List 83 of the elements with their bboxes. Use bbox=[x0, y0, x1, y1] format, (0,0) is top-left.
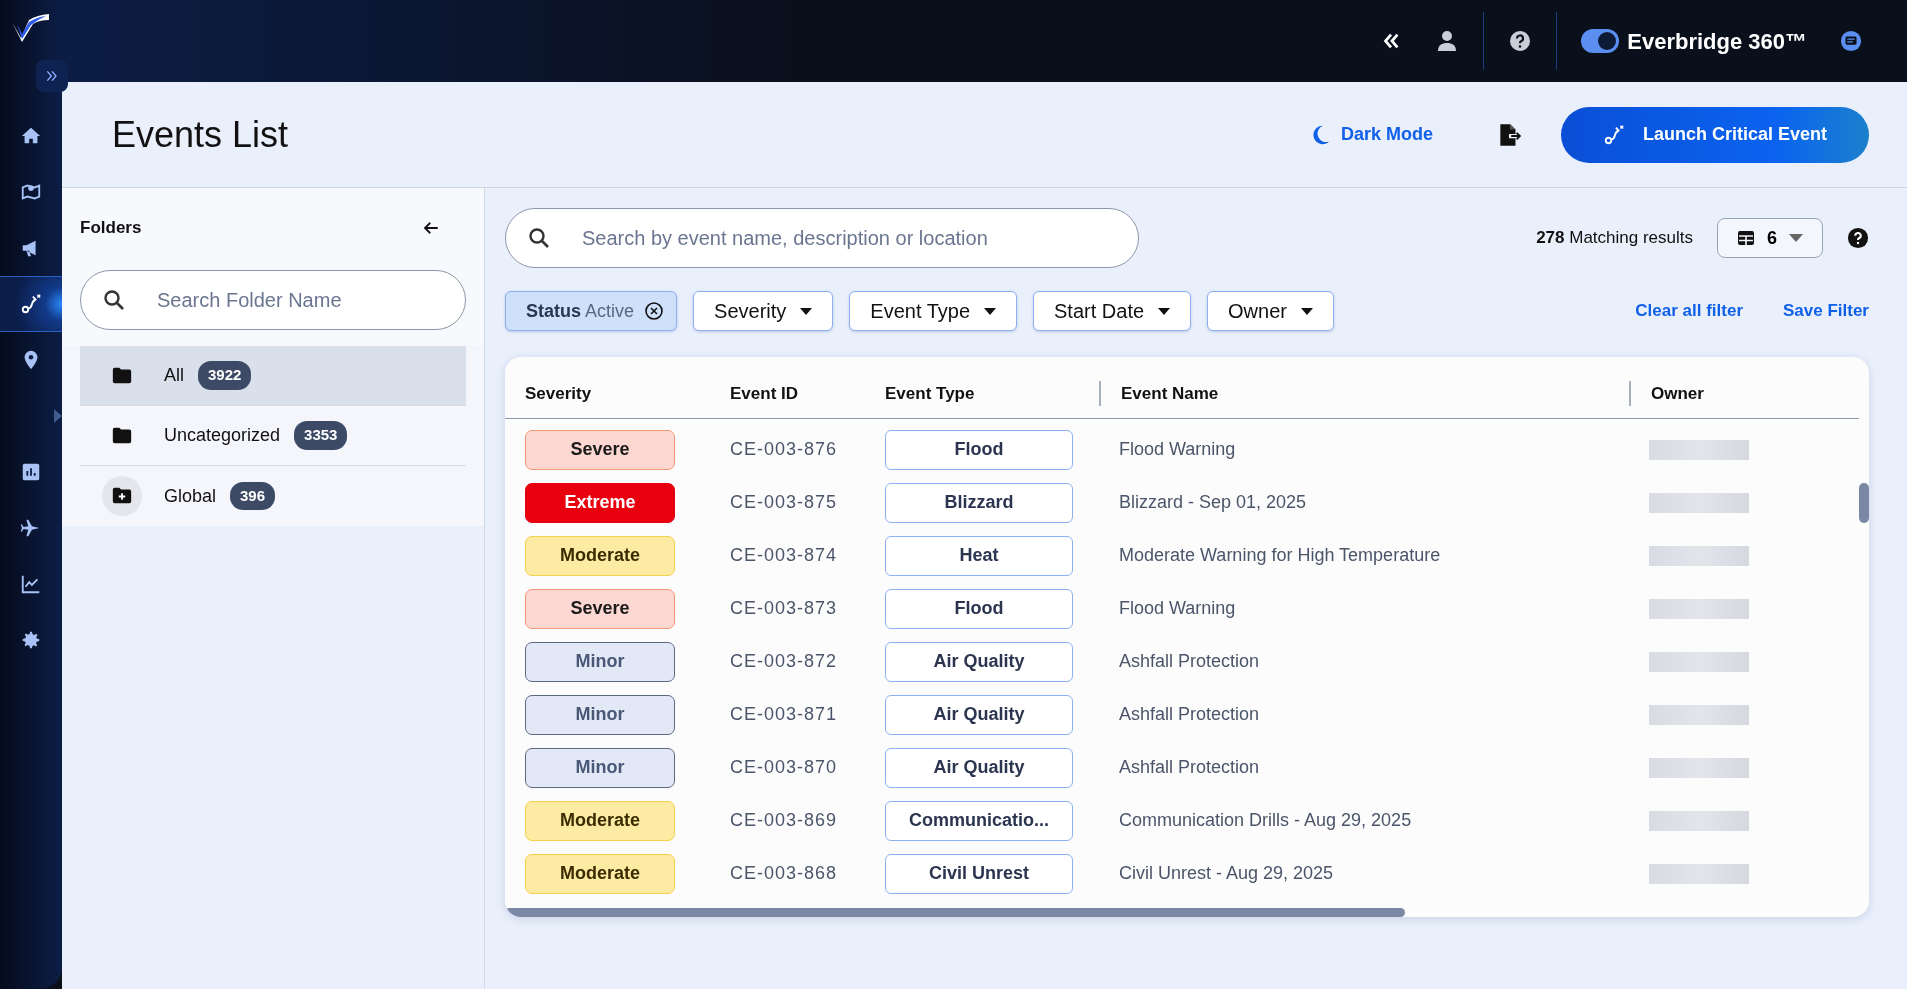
severity-badge: Minor bbox=[525, 694, 675, 735]
filter-dropdown[interactable]: Event Type bbox=[849, 291, 1017, 331]
help-icon bbox=[1847, 227, 1869, 249]
severity-badge: Minor bbox=[525, 747, 675, 788]
event-name-link[interactable]: Flood Warning bbox=[1119, 439, 1236, 459]
filter-action-link[interactable]: Save Filter bbox=[1783, 298, 1869, 324]
event-name-link[interactable]: Ashfall Protection bbox=[1119, 704, 1260, 724]
severity-badge: Moderate bbox=[525, 800, 675, 841]
event-type-tag: Air Quality bbox=[885, 747, 1073, 788]
caret-down-icon bbox=[1789, 234, 1803, 242]
column-header[interactable]: Severity bbox=[505, 380, 730, 406]
caret-down-icon bbox=[800, 307, 813, 315]
page-title: Events List bbox=[112, 112, 289, 157]
product-name: Everbridge 360™ bbox=[1627, 27, 1807, 56]
status-filter-chip[interactable]: Status Active bbox=[505, 291, 678, 331]
vertical-scrollbar-thumb[interactable] bbox=[1859, 483, 1869, 523]
product-toggle[interactable] bbox=[1581, 29, 1620, 53]
folder-search-field[interactable]: Search Folder Name bbox=[80, 270, 466, 330]
caret-down-icon bbox=[1158, 307, 1171, 315]
event-id: CE-003-873 bbox=[730, 598, 838, 618]
folder-item[interactable]: Uncategorized 3353 bbox=[80, 406, 466, 466]
event-route-icon bbox=[1602, 123, 1625, 146]
column-header[interactable]: Owner bbox=[1629, 380, 1859, 406]
count-badge: 3353 bbox=[294, 421, 348, 450]
event-id: CE-003-871 bbox=[730, 704, 838, 724]
count-badge: 396 bbox=[230, 481, 276, 511]
help-icon bbox=[1508, 29, 1533, 53]
line-chart-icon bbox=[20, 573, 42, 595]
severity-badge: Severe bbox=[525, 588, 675, 629]
event-search-field[interactable]: Search by event name, description or location bbox=[505, 208, 1139, 268]
event-type-tag: Air Quality bbox=[885, 694, 1073, 735]
event-type-tag: Flood bbox=[885, 429, 1073, 470]
event-route-icon bbox=[20, 293, 42, 315]
event-type-tag: Air Quality bbox=[885, 641, 1073, 682]
event-type-tag: Heat bbox=[885, 535, 1073, 576]
sidebar-nav-item[interactable] bbox=[0, 276, 62, 332]
column-header[interactable]: Event Type bbox=[885, 380, 1099, 406]
filter-dropdown[interactable]: Owner bbox=[1207, 291, 1334, 331]
folder-item[interactable]: Global 396 bbox=[80, 466, 466, 526]
event-id: CE-003-875 bbox=[730, 492, 838, 512]
filter-action-link[interactable]: Clear all filter bbox=[1635, 298, 1743, 324]
launch-critical-event-button[interactable]: Launch Critical Event bbox=[1561, 106, 1869, 163]
severity-badge: Moderate bbox=[525, 853, 675, 894]
count-badge: 3922 bbox=[198, 361, 252, 390]
event-name-link[interactable]: Ashfall Protection bbox=[1119, 651, 1260, 671]
severity-badge: Minor bbox=[525, 641, 675, 682]
filter-dropdown[interactable]: Start Date bbox=[1033, 291, 1192, 331]
event-name-link[interactable]: Civil Unrest - Aug 29, 2025 bbox=[1119, 863, 1334, 883]
event-name-link[interactable]: Flood Warning bbox=[1119, 598, 1236, 618]
event-type-tag: Civil Unrest bbox=[885, 853, 1073, 894]
severity-badge: Extreme bbox=[525, 482, 675, 523]
columns-button[interactable]: 6 bbox=[1717, 218, 1823, 258]
dark-mode-link[interactable]: Dark Mode bbox=[1308, 121, 1433, 148]
event-id: CE-003-876 bbox=[730, 439, 838, 459]
chat-icon bbox=[1840, 30, 1862, 52]
results-count: 278 Matching results bbox=[1536, 227, 1693, 250]
event-id: CE-003-874 bbox=[730, 545, 838, 565]
caret-down-icon bbox=[1300, 307, 1313, 315]
horizontal-scrollbar-thumb[interactable] bbox=[505, 908, 1405, 917]
caret-down-icon bbox=[984, 307, 996, 315]
event-name-link[interactable]: Blizzard - Sep 01, 2025 bbox=[1119, 492, 1307, 512]
event-name-link[interactable]: Ashfall Protection bbox=[1119, 757, 1260, 777]
event-id: CE-003-869 bbox=[730, 810, 838, 830]
event-id: CE-003-872 bbox=[730, 651, 838, 671]
event-type-tag: Flood bbox=[885, 588, 1073, 629]
event-type-tag: Blizzard bbox=[885, 482, 1073, 523]
severity-badge: Severe bbox=[525, 429, 675, 470]
bar-chart-icon bbox=[20, 461, 42, 483]
folders-title: Folders bbox=[80, 217, 142, 240]
table-icon bbox=[1737, 230, 1755, 246]
event-id: CE-003-870 bbox=[730, 757, 838, 777]
close-circle-icon bbox=[644, 301, 665, 321]
column-header[interactable]: Event Name bbox=[1099, 380, 1629, 406]
event-id: CE-003-868 bbox=[730, 863, 838, 883]
severity-badge: Moderate bbox=[525, 535, 675, 576]
event-name-link[interactable]: Communication Drills - Aug 29, 2025 bbox=[1119, 810, 1412, 830]
event-type-tag: Communicatio... bbox=[885, 800, 1073, 841]
column-header[interactable]: Event ID bbox=[730, 380, 885, 406]
folder-item[interactable]: All 3922 bbox=[80, 346, 466, 406]
settings-icon bbox=[20, 629, 42, 651]
event-name-link[interactable]: Moderate Warning for High Temperature bbox=[1119, 545, 1441, 565]
filter-dropdown[interactable]: Severity bbox=[693, 291, 834, 331]
expand-button[interactable] bbox=[36, 60, 68, 92]
